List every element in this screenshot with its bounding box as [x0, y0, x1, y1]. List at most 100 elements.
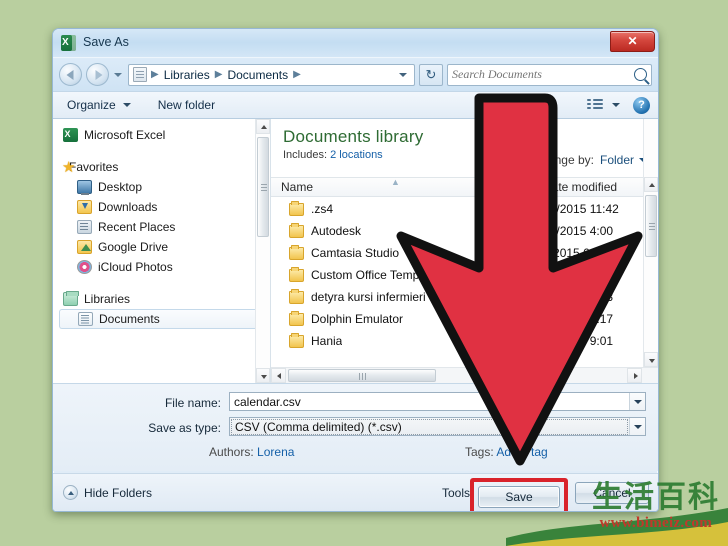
- table-row[interactable]: detyra kursi infermieri 8/30/2015 9:13: [271, 286, 642, 308]
- folder-icon: [289, 222, 304, 238]
- breadcrumb-dropdown-button[interactable]: [397, 65, 410, 85]
- save-as-type-select[interactable]: CSV (Comma delimited) (*.csv): [229, 417, 646, 436]
- sidebar-item-label: Documents: [99, 312, 160, 326]
- table-row[interactable]: Hania 7/29/2015 9:01: [271, 330, 642, 352]
- file-name: detyra kursi infermieri: [311, 290, 426, 304]
- sidebar-item-label: Google Drive: [98, 240, 169, 254]
- includes-label: Includes:: [283, 149, 328, 161]
- file-date: 8/30/2015 9:13: [533, 290, 614, 304]
- new-folder-button[interactable]: New folder: [152, 96, 221, 114]
- libraries-icon: [63, 291, 79, 306]
- breadcrumb-separator: ▶: [151, 69, 159, 80]
- file-name-input[interactable]: calendar.csv: [229, 392, 646, 411]
- sidebar-item-icloud-photos[interactable]: iCloud Photos: [53, 257, 270, 277]
- view-options-icon[interactable]: [587, 98, 603, 112]
- sidebar-item-microsoft-excel[interactable]: Microsoft Excel: [53, 125, 270, 145]
- title-bar: Save As ✕: [53, 29, 658, 58]
- organize-chevron-down-icon[interactable]: [122, 98, 134, 112]
- tags-field: Tags: Add a tag: [465, 445, 548, 459]
- arrange-by-value: Folder: [599, 153, 634, 167]
- tools-label: Tools: [441, 486, 470, 500]
- sidebar-item-desktop[interactable]: Desktop: [53, 177, 270, 197]
- forward-arrow-icon: [95, 69, 102, 80]
- refresh-button[interactable]: ↻: [419, 63, 443, 86]
- file-list-scrollbar[interactable]: [643, 119, 658, 383]
- column-header-name[interactable]: Name: [281, 180, 313, 194]
- tags-label: Tags:: [465, 445, 494, 459]
- back-arrow-icon: [66, 69, 73, 80]
- sidebar-item-recent-places[interactable]: Recent Places: [53, 217, 270, 237]
- add-a-tag-link[interactable]: Add a tag: [496, 445, 547, 459]
- sidebar-item-documents[interactable]: Documents: [59, 309, 270, 329]
- scroll-up-arrow-icon[interactable]: [644, 177, 658, 192]
- horizontal-scrollbar-thumb[interactable]: [288, 369, 436, 382]
- search-box[interactable]: [447, 63, 652, 86]
- excel-icon: [61, 35, 76, 51]
- navigation-pane: Microsoft Excel Favorites Desktop Downlo…: [53, 119, 271, 383]
- library-title: Documents library: [283, 127, 424, 146]
- file-list-horizontal-scrollbar[interactable]: [271, 367, 658, 383]
- table-row[interactable]: Camtasia Studio 9/2/2015 6:58: [271, 242, 642, 264]
- help-icon[interactable]: ?: [633, 96, 650, 114]
- scroll-right-arrow-icon[interactable]: [627, 368, 642, 383]
- save-as-type-value: CSV (Comma delimited) (*.csv): [231, 418, 628, 435]
- breadcrumb-separator: ▶: [293, 69, 301, 80]
- hide-folders-label: Hide Folders: [84, 485, 153, 500]
- search-icon: [634, 68, 647, 81]
- scroll-down-arrow-icon[interactable]: [644, 352, 658, 367]
- scroll-up-arrow-icon[interactable]: [256, 119, 270, 134]
- view-chevron-down-icon[interactable]: [611, 98, 623, 112]
- toolbar: Organize New folder ?: [53, 91, 658, 119]
- organize-button[interactable]: Organize: [61, 96, 122, 114]
- file-name-dropdown-button[interactable]: [629, 393, 645, 410]
- sidebar-item-label: iCloud Photos: [98, 260, 173, 274]
- file-name: Hania: [311, 334, 343, 348]
- file-name: Dolphin Emulator: [311, 312, 404, 326]
- table-row[interactable]: .zs4 7/22/2015 11:42: [271, 198, 642, 220]
- table-row[interactable]: Custom Office Templates 7/29/2015 10:07: [271, 264, 642, 286]
- folder-icon: [289, 200, 304, 216]
- navigation-bar: ▶ Libraries ▶ Documents ▶ ↻: [53, 58, 658, 91]
- file-name-label: File name:: [164, 396, 221, 410]
- desktop-icon: [77, 180, 92, 195]
- close-button[interactable]: ✕: [610, 31, 655, 52]
- column-header-row: Name ▲ Date modified: [271, 177, 658, 197]
- column-header-date-modified[interactable]: Date modified: [543, 180, 617, 194]
- authors-value-link[interactable]: Lorena: [257, 445, 294, 459]
- scrollbar-thumb[interactable]: [257, 137, 269, 237]
- save-as-type-label: Save as type:: [148, 421, 221, 435]
- sidebar-item-google-drive[interactable]: Google Drive: [53, 237, 270, 257]
- file-name: Camtasia Studio: [311, 246, 400, 260]
- sidebar-item-downloads[interactable]: Downloads: [53, 197, 270, 217]
- navigation-pane-scrollbar[interactable]: [255, 119, 270, 383]
- file-date: 8/19/2015 5:17: [533, 312, 614, 326]
- file-date: 7/22/2015 11:42: [533, 202, 619, 216]
- sidebar-item-label: Desktop: [98, 180, 143, 194]
- hide-folders-button[interactable]: Hide Folders: [63, 485, 152, 500]
- file-name-value: calendar.csv: [234, 394, 301, 409]
- breadcrumb[interactable]: ▶ Libraries ▶ Documents ▶: [128, 63, 415, 86]
- table-row[interactable]: Dolphin Emulator 8/19/2015 5:17: [271, 308, 642, 330]
- search-input[interactable]: [452, 67, 632, 82]
- back-button[interactable]: [59, 63, 82, 86]
- file-name: Custom Office Templates: [311, 268, 445, 282]
- sidebar-item-favorites[interactable]: Favorites: [53, 157, 270, 177]
- folder-icon: [289, 310, 304, 326]
- scrollbar-thumb[interactable]: [645, 195, 657, 257]
- table-row[interactable]: Autodesk 8/14/2015 4:00: [271, 220, 642, 242]
- scroll-down-arrow-icon[interactable]: [256, 368, 270, 383]
- excel-icon: [63, 128, 78, 142]
- breadcrumb-item-documents[interactable]: Documents: [226, 68, 289, 82]
- breadcrumb-item-libraries[interactable]: Libraries: [163, 68, 211, 82]
- history-dropdown-button[interactable]: [113, 65, 124, 85]
- sort-indicator-icon: ▲: [391, 177, 400, 187]
- locations-link[interactable]: 2 locations: [330, 149, 383, 161]
- sidebar-item-libraries[interactable]: Libraries: [53, 289, 270, 309]
- scroll-left-arrow-icon[interactable]: [271, 368, 286, 383]
- save-button[interactable]: Save: [478, 486, 560, 508]
- file-name: Autodesk: [311, 224, 362, 238]
- documents-icon: [78, 312, 93, 326]
- forward-button[interactable]: [86, 63, 109, 86]
- save-as-type-dropdown-button[interactable]: [629, 418, 645, 435]
